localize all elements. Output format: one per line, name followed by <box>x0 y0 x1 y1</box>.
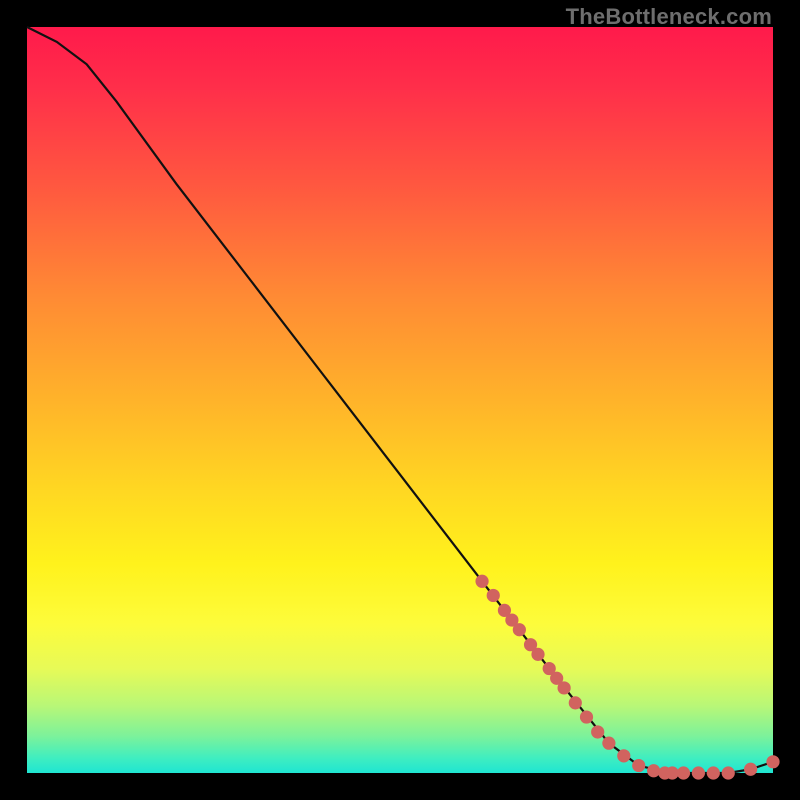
scatter-point <box>487 589 500 602</box>
plot-area <box>27 27 773 773</box>
scatter-point <box>722 766 735 779</box>
chart-svg <box>27 27 773 773</box>
curve-line <box>27 27 773 773</box>
scatter-point <box>617 749 630 762</box>
scatter-point <box>569 696 582 709</box>
scatter-point <box>580 710 593 723</box>
scatter-points-group <box>475 575 779 780</box>
scatter-point <box>591 725 604 738</box>
scatter-point <box>677 766 690 779</box>
scatter-point <box>475 575 488 588</box>
scatter-point <box>602 737 615 750</box>
scatter-point <box>558 681 571 694</box>
scatter-point <box>632 759 645 772</box>
scatter-point <box>692 766 705 779</box>
scatter-point <box>531 648 544 661</box>
chart-frame: TheBottleneck.com <box>0 0 800 800</box>
scatter-point <box>766 755 779 768</box>
scatter-point <box>647 764 660 777</box>
scatter-point <box>513 623 526 636</box>
scatter-point <box>707 766 720 779</box>
scatter-point <box>744 763 757 776</box>
